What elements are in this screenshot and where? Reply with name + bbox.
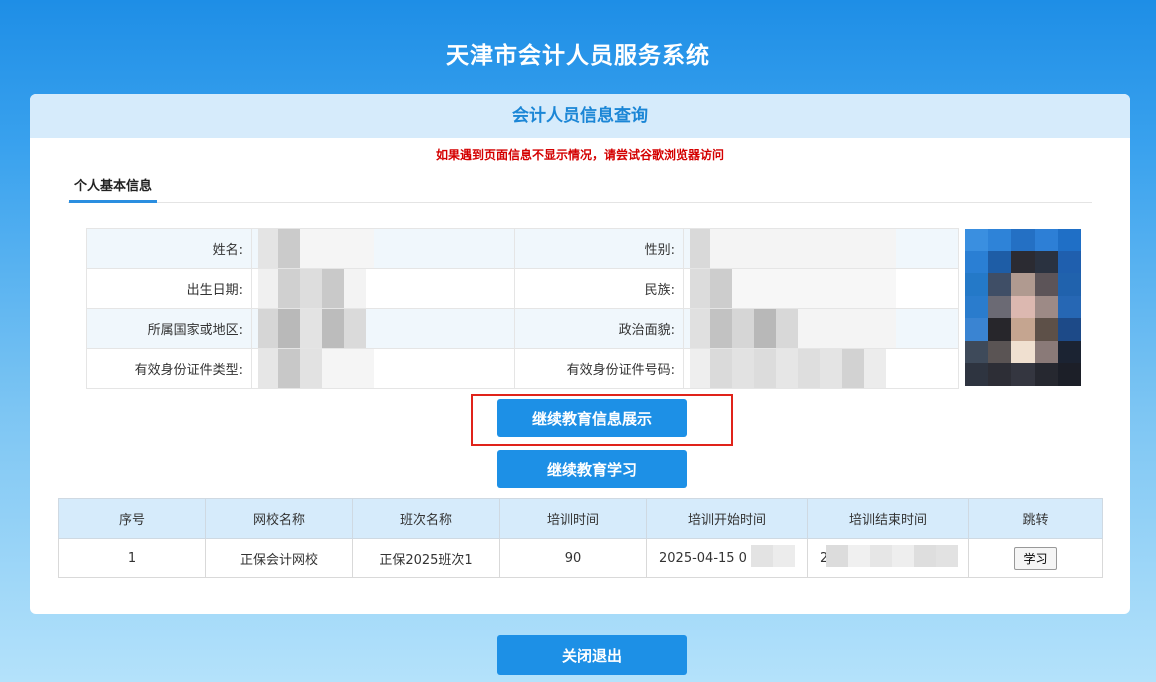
cell-hours: 90 — [500, 539, 647, 578]
tab-basic-info[interactable]: 个人基本信息 — [69, 176, 157, 203]
col-header-school: 网校名称 — [206, 499, 353, 539]
ce-study-button[interactable]: 继续教育学习 — [497, 450, 687, 488]
cell-school: 正保会计网校 — [206, 539, 353, 578]
col-header-class: 班次名称 — [353, 499, 500, 539]
table-row: 1 正保会计网校 正保2025班次1 90 2025-04-15 0 2 学习 — [59, 539, 1103, 578]
redacted-mosaic — [258, 349, 374, 388]
cell-action: 学习 — [969, 539, 1103, 578]
political-label: 政治面貌: — [515, 309, 684, 349]
col-header-action: 跳转 — [969, 499, 1103, 539]
gender-value — [684, 229, 959, 269]
highlight-frame — [471, 394, 733, 446]
browser-notice: 如果遇到页面信息不显示情况，请尝试谷歌浏览器访问 — [30, 146, 1130, 163]
name-value — [252, 229, 515, 269]
col-header-hours: 培训时间 — [500, 499, 647, 539]
tab-bar: 个人基本信息 — [68, 176, 1092, 203]
pixelated-photo — [965, 229, 1081, 386]
panel-title: 会计人员信息查询 — [30, 94, 1130, 138]
col-header-no: 序号 — [59, 499, 206, 539]
redacted-mosaic — [690, 309, 896, 348]
study-button[interactable]: 学习 — [1014, 547, 1056, 570]
course-table: 序号 网校名称 班次名称 培训时间 培训开始时间 培训结束时间 跳转 1 正保会… — [58, 498, 1103, 578]
col-header-start: 培训开始时间 — [647, 499, 808, 539]
gender-label: 性别: — [515, 229, 684, 269]
id-no-label: 有效身份证件号码: — [515, 349, 684, 389]
ethnicity-label: 民族: — [515, 269, 684, 309]
cell-class: 正保2025班次1 — [353, 539, 500, 578]
political-value — [684, 309, 959, 349]
exit-button[interactable]: 关闭退出 — [497, 635, 687, 675]
main-panel: 会计人员信息查询 如果遇到页面信息不显示情况，请尝试谷歌浏览器访问 个人基本信息… — [30, 94, 1130, 614]
cell-end: 2 — [808, 539, 969, 578]
birth-label: 出生日期: — [87, 269, 252, 309]
cell-start: 2025-04-15 0 — [647, 539, 808, 578]
redacted-mosaic — [751, 545, 795, 567]
country-value — [252, 309, 515, 349]
start-time-text: 2025-04-15 0 — [659, 551, 747, 566]
personal-info-table: 姓名: 性别: 出生日期: — [86, 228, 1081, 389]
cell-no: 1 — [59, 539, 206, 578]
table-header-row: 序号 网校名称 班次名称 培训时间 培训开始时间 培训结束时间 跳转 — [59, 499, 1103, 539]
redacted-mosaic — [690, 269, 896, 308]
system-title: 天津市会计人员服务系统 — [0, 36, 1156, 70]
country-label: 所属国家或地区: — [87, 309, 252, 349]
redacted-mosaic — [826, 545, 958, 567]
ethnicity-value — [684, 269, 959, 309]
redacted-mosaic — [690, 349, 886, 388]
id-type-label: 有效身份证件类型: — [87, 349, 252, 389]
redacted-mosaic — [258, 309, 366, 348]
id-type-value — [252, 349, 515, 389]
birth-value — [252, 269, 515, 309]
id-photo — [959, 229, 1082, 389]
redacted-mosaic — [258, 269, 366, 308]
id-no-value — [684, 349, 959, 389]
redacted-mosaic — [690, 229, 896, 268]
name-label: 姓名: — [87, 229, 252, 269]
redacted-mosaic — [258, 229, 374, 268]
col-header-end: 培训结束时间 — [808, 499, 969, 539]
